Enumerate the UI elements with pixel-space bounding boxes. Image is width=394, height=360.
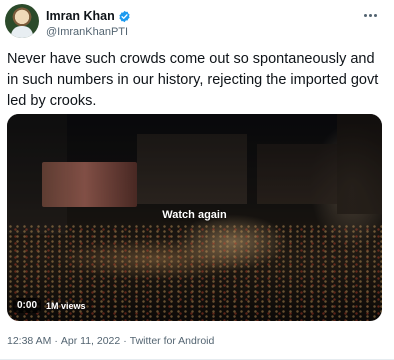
author-name-row: Imran Khan	[46, 9, 131, 23]
footer-separator: ·	[54, 335, 58, 347]
video-meta: 0:00 1M views	[13, 298, 86, 313]
avatar-shirt	[11, 26, 33, 38]
footer-separator: ·	[123, 335, 127, 347]
tweet-text: Never have such crowds come out so spont…	[7, 51, 379, 109]
tweet-card: Imran Khan @ImranKhanPTI Never have such…	[0, 0, 394, 360]
tweet-source[interactable]: Twitter for Android	[130, 335, 215, 347]
video-player[interactable]: Watch again 0:00 1M views	[7, 114, 382, 321]
verified-badge-icon	[119, 10, 130, 22]
avatar[interactable]	[5, 4, 39, 38]
author-display-name[interactable]: Imran Khan	[46, 9, 115, 23]
watch-again-button[interactable]: Watch again	[162, 209, 226, 221]
author-handle[interactable]: @ImranKhanPTI	[46, 26, 128, 38]
more-options-icon[interactable]	[360, 8, 380, 22]
video-views: 1M views	[46, 300, 86, 311]
tweet-date[interactable]: Apr 11, 2022	[61, 335, 120, 347]
video-duration: 0:00	[13, 298, 42, 313]
tweet-footer: 12:38 AM · Apr 11, 2022 · Twitter for Androi…	[7, 335, 214, 347]
tweet-time[interactable]: 12:38 AM	[7, 335, 51, 347]
